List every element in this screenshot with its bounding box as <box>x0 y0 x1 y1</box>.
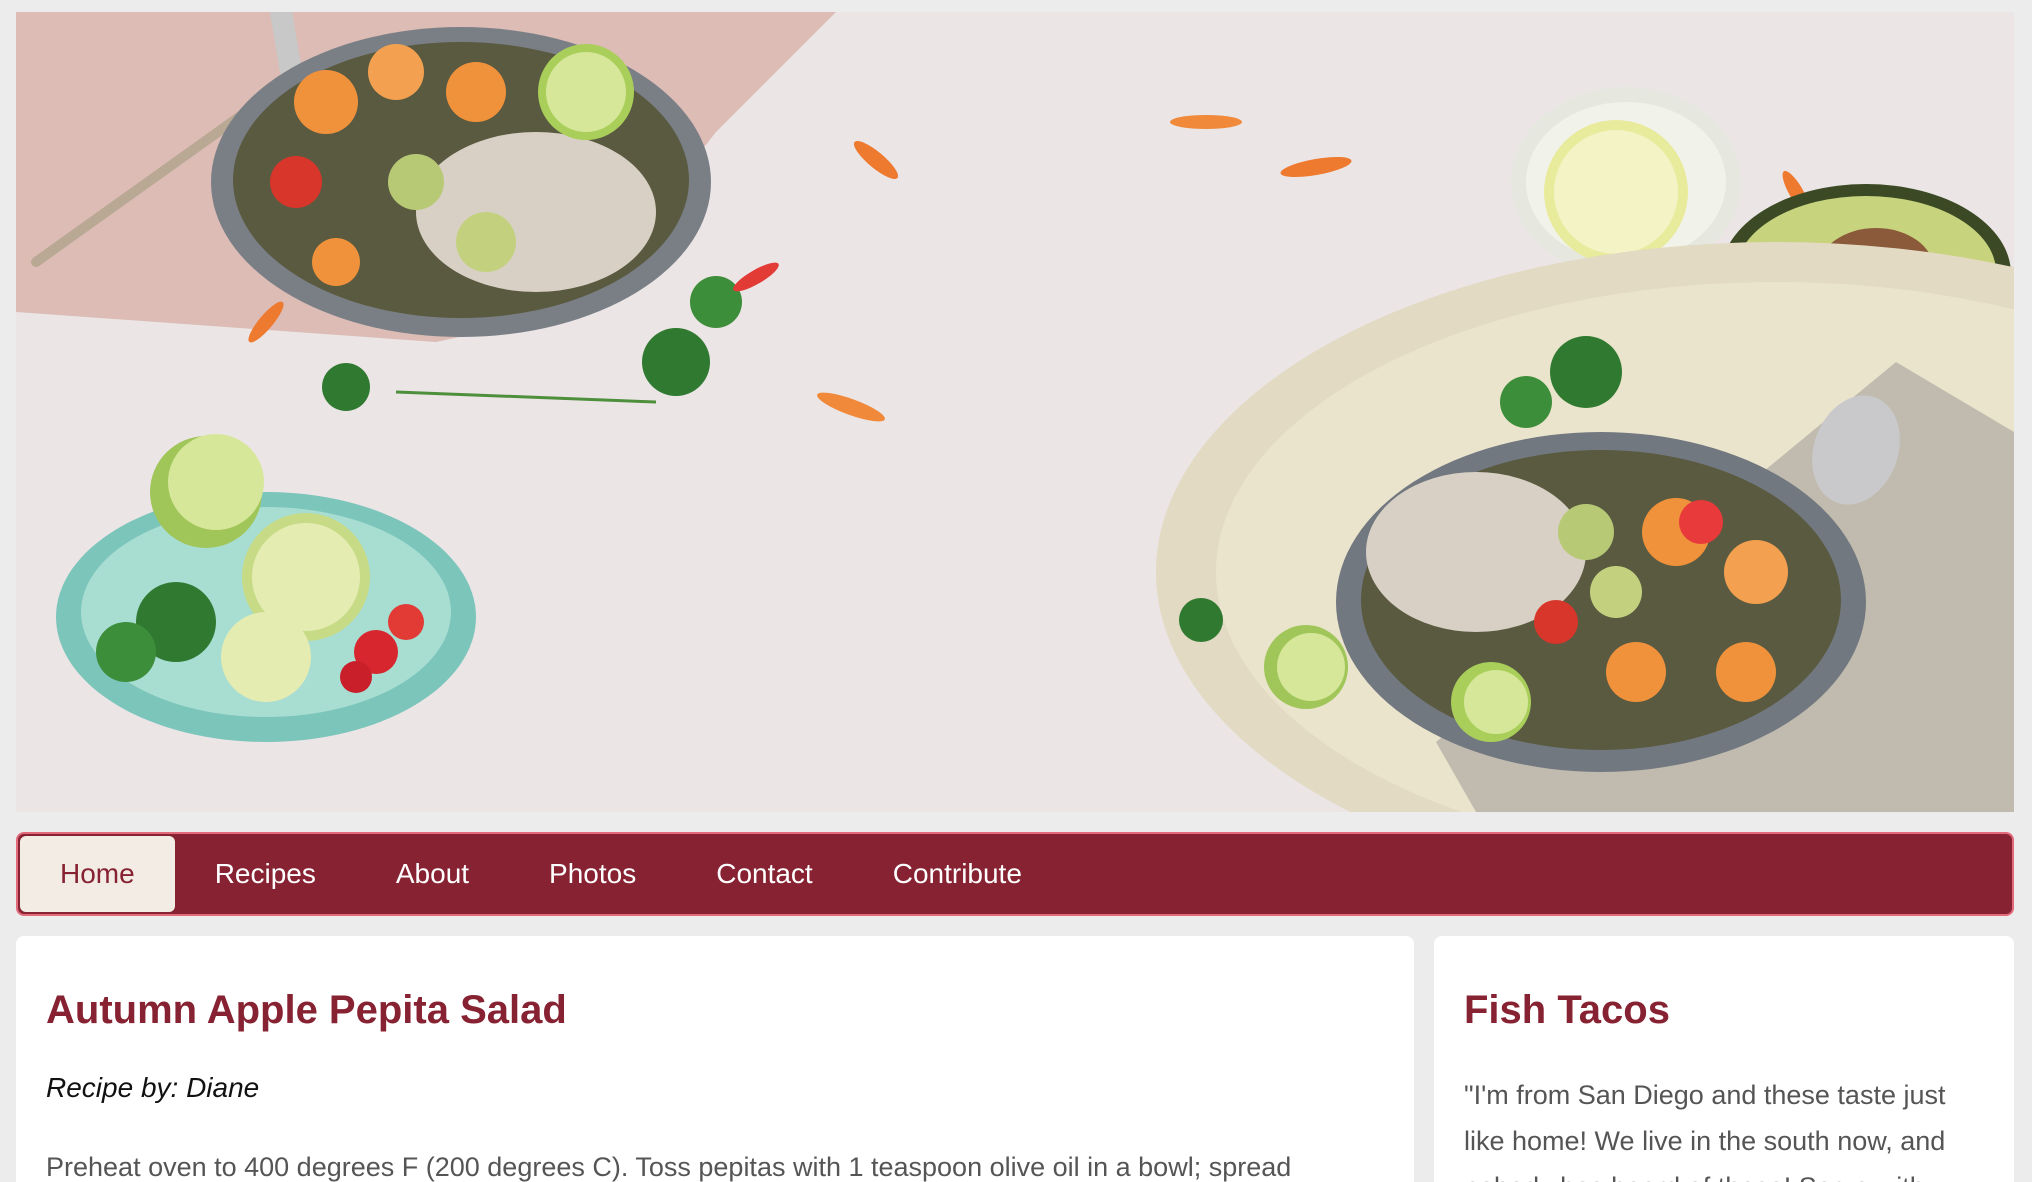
nav-item-about[interactable]: About <box>356 836 509 912</box>
nav-item-contribute[interactable]: Contribute <box>853 836 1062 912</box>
nav-item-photos[interactable]: Photos <box>509 836 676 912</box>
hero-image <box>16 12 2014 812</box>
hero-photo <box>16 12 2014 812</box>
main-recipe-title[interactable]: Autumn Apple Pepita Salad <box>46 988 1384 1032</box>
main-recipe-card: Autumn Apple Pepita Salad Recipe by: Dia… <box>16 936 1414 1182</box>
side-recipe-title[interactable]: Fish Tacos <box>1464 988 1984 1032</box>
nav-item-recipes[interactable]: Recipes <box>175 836 356 912</box>
side-recipe-body: "I'm from San Diego and these taste just… <box>1464 1080 1946 1182</box>
side-recipe-card: Fish Tacos "I'm from San Diego and these… <box>1434 936 2014 1182</box>
main-nav: Home Recipes About Photos Contact Contri… <box>16 832 2014 916</box>
main-recipe-body: Preheat oven to 400 degrees F (200 degre… <box>46 1152 1292 1182</box>
nav-item-home[interactable]: Home <box>20 836 175 912</box>
recipe-author: Recipe by: Diane <box>46 1072 260 1103</box>
nav-item-contact[interactable]: Contact <box>676 836 853 912</box>
